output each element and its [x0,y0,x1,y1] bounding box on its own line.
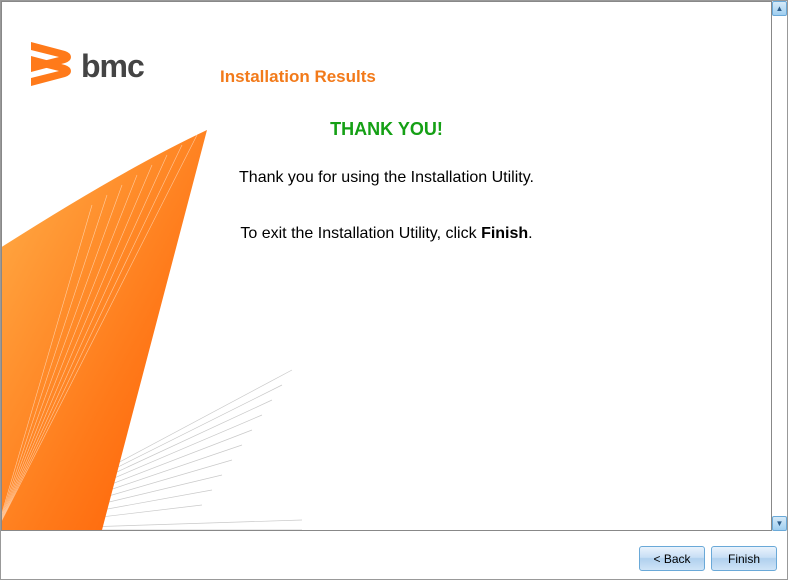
scroll-down-button[interactable]: ▼ [772,516,787,531]
content-area: bmc Installation Results THANK YOU! Than… [1,1,772,531]
scroll-up-button[interactable]: ▲ [772,1,787,16]
bmc-logo-text: bmc [81,48,144,85]
bmc-logo-icon [25,40,75,93]
body-line-2-suffix: . [528,225,532,242]
thank-you-heading: THANK YOU! [2,119,771,140]
bmc-logo: bmc [25,40,144,93]
button-bar: < Back Finish [639,546,777,571]
body-line-2-prefix: To exit the Installation Utility, click [240,225,481,242]
background-art [2,30,302,530]
triangle-up-icon: ▲ [776,4,784,13]
page-title: Installation Results [220,67,376,87]
body-line-1: Thank you for using the Installation Uti… [2,169,771,187]
finish-button[interactable]: Finish [711,546,777,571]
body-line-2: To exit the Installation Utility, click … [2,225,771,243]
body-line-2-bold: Finish [481,225,528,242]
back-button[interactable]: < Back [639,546,705,571]
triangle-down-icon: ▼ [776,519,784,528]
scrollbar[interactable]: ▲ ▼ [772,1,787,531]
